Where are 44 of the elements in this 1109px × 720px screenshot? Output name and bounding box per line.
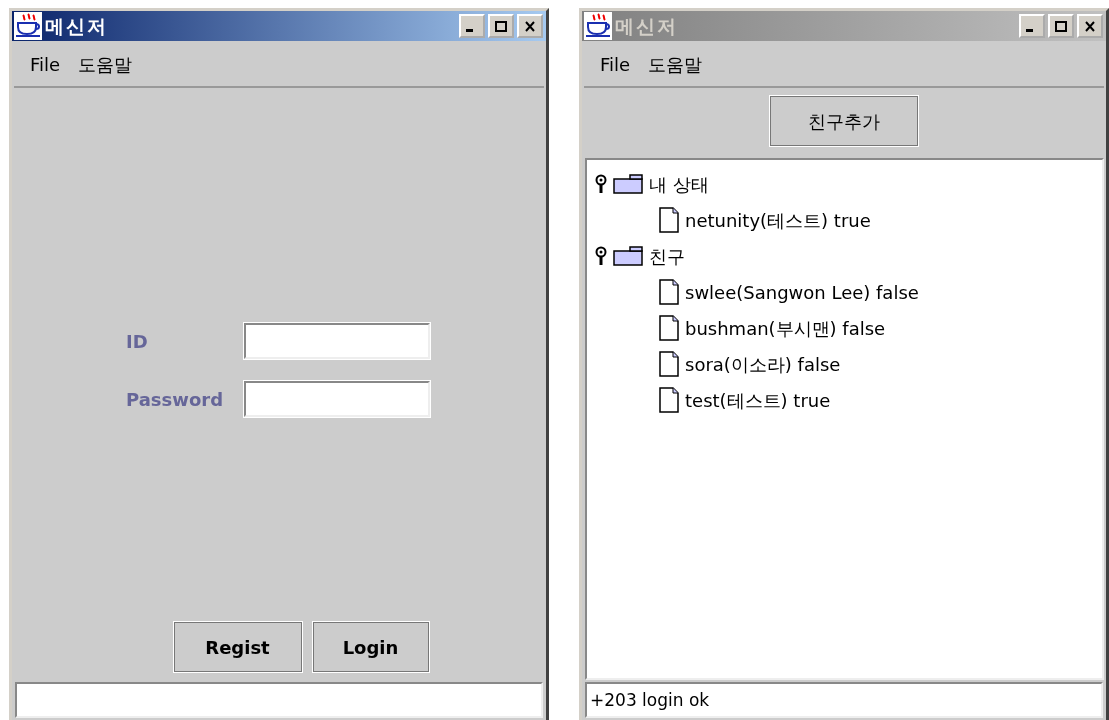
app-icon xyxy=(584,12,612,40)
expand-handle-icon[interactable] xyxy=(595,246,607,266)
add-friend-button[interactable]: 친구추가 xyxy=(770,96,918,146)
close-button[interactable] xyxy=(517,14,543,38)
menu-item[interactable]: File xyxy=(594,51,637,78)
close-button[interactable] xyxy=(1077,14,1103,38)
document-icon xyxy=(659,387,679,413)
document-icon xyxy=(659,207,679,233)
tree-item-label[interactable]: bushman(부시맨) false xyxy=(685,314,886,342)
maximize-button[interactable] xyxy=(1048,14,1074,38)
close-icon xyxy=(524,20,536,32)
tree-item-label[interactable]: test(테스트) true xyxy=(685,386,831,414)
field-label: ID xyxy=(126,329,149,354)
folder-icon xyxy=(613,246,643,266)
tree-item-label[interactable]: netunity(테스트) true xyxy=(685,206,871,234)
tree-item-label[interactable]: swlee(Sangwon Lee) false xyxy=(685,278,919,306)
expand-handle-icon[interactable] xyxy=(595,174,607,194)
close-icon xyxy=(1084,20,1096,32)
window-title: 메신저 xyxy=(615,13,679,39)
minimize-button[interactable] xyxy=(1019,14,1045,38)
tree-group-label[interactable]: 친구 xyxy=(649,242,685,270)
document-icon xyxy=(659,351,679,377)
document-icon xyxy=(659,279,679,305)
document-icon xyxy=(659,315,679,341)
window-title: 메신저 xyxy=(45,13,109,39)
input-field[interactable] xyxy=(244,381,430,417)
minimize-icon xyxy=(1024,28,1036,32)
folder-icon xyxy=(613,174,643,194)
tree-group-label[interactable]: 내 상태 xyxy=(649,170,709,198)
maximize-icon xyxy=(1055,20,1067,32)
status-field: +203 login ok xyxy=(585,682,1103,718)
menu-item[interactable]: 도움말 xyxy=(72,51,139,78)
action-button[interactable]: Regist xyxy=(173,622,302,672)
maximize-button[interactable] xyxy=(488,14,514,38)
action-button[interactable]: Login xyxy=(312,622,429,672)
app-icon xyxy=(14,12,42,40)
input-field[interactable] xyxy=(244,323,430,359)
minimize-icon xyxy=(464,28,476,32)
minimize-button[interactable] xyxy=(459,14,485,38)
maximize-icon xyxy=(495,20,507,32)
field-label: Password xyxy=(126,387,225,412)
tree-item-label[interactable]: sora(이소라) false xyxy=(685,350,841,378)
menu-item[interactable]: 도움말 xyxy=(642,51,709,78)
menu-item[interactable]: File xyxy=(24,51,67,78)
